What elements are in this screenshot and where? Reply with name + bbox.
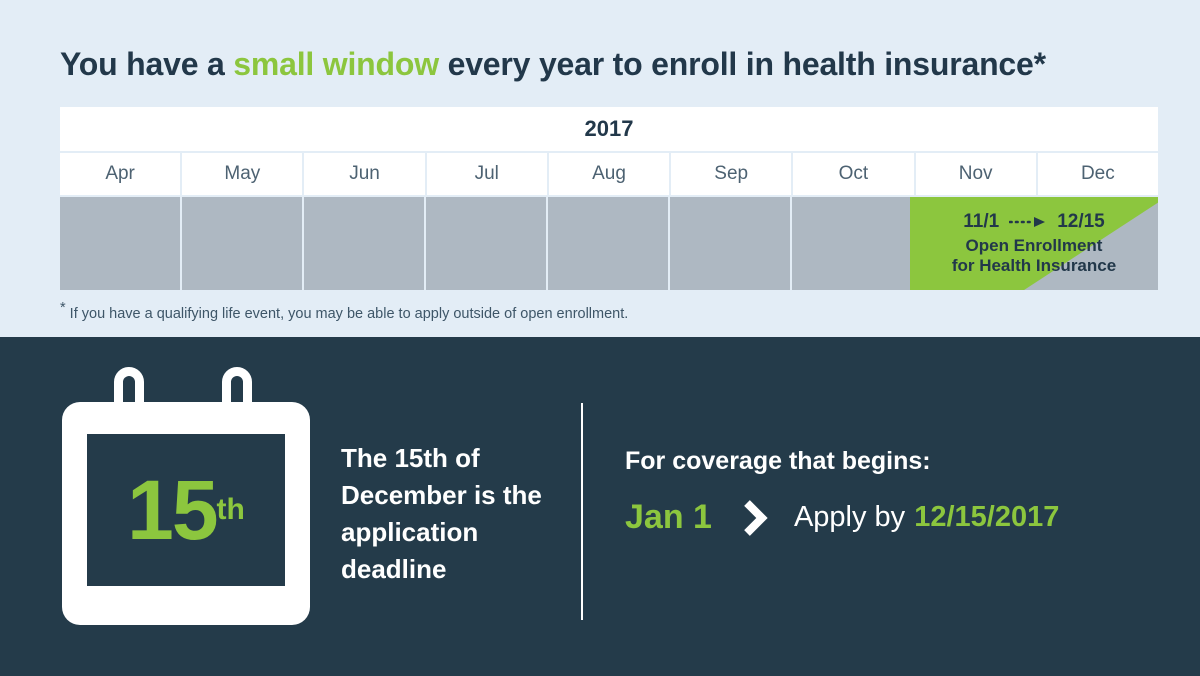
month-bar-sep bbox=[670, 197, 790, 290]
month-bar-oct bbox=[792, 197, 912, 290]
month-header-nov: Nov bbox=[915, 153, 1036, 195]
open-enrollment-content: 11/1 12/15 Open Enrollment for Health In… bbox=[910, 197, 1158, 290]
coverage-start-date: Jan 1 bbox=[625, 498, 712, 536]
enrollment-end-date: 12/15 bbox=[1057, 211, 1105, 232]
month-bar-jun bbox=[304, 197, 424, 290]
calendar-icon-day-number: 15 bbox=[127, 463, 218, 557]
open-enrollment-date-range: 11/1 12/15 bbox=[963, 211, 1104, 233]
calendar-bar-row: 11/1 12/15 Open Enrollment for Health In… bbox=[60, 197, 1158, 290]
deadline-statement: The 15th of December is the application … bbox=[341, 443, 542, 584]
calendar-icon: 15th bbox=[62, 367, 310, 625]
headline-accent: small window bbox=[233, 46, 439, 82]
month-header-jul: Jul bbox=[426, 153, 547, 195]
footnote-text: If you have a qualifying life event, you… bbox=[65, 306, 629, 322]
month-bar-jul bbox=[426, 197, 546, 290]
month-header-dec: Dec bbox=[1037, 153, 1158, 195]
open-enrollment-highlight: 11/1 12/15 Open Enrollment for Health In… bbox=[910, 197, 1158, 290]
top-section: You have a small window every year to en… bbox=[0, 0, 1200, 337]
headline-part-after: every year to enroll in health insurance… bbox=[438, 46, 1046, 82]
coverage-apply-deadline: 12/15/2017 bbox=[914, 501, 1060, 533]
coverage-title: For coverage that begins: bbox=[625, 447, 931, 475]
calendar-icon-day-suffix: th bbox=[216, 493, 245, 526]
month-header-oct: Oct bbox=[793, 153, 914, 195]
calendar-month-header-row: Apr May Jun Jul Aug Sep Oct Nov Dec bbox=[60, 153, 1158, 195]
month-header-may: May bbox=[182, 153, 303, 195]
coverage-apply-label: Apply by bbox=[793, 501, 906, 533]
month-bar-may bbox=[182, 197, 302, 290]
page-title: You have a small window every year to en… bbox=[60, 46, 1160, 83]
enrollment-label-line2: for Health Insurance bbox=[951, 256, 1117, 275]
month-header-apr: Apr bbox=[60, 153, 181, 195]
calendar-icon-screen: 15th bbox=[87, 434, 285, 586]
dotted-arrow-icon bbox=[1009, 216, 1047, 228]
month-header-jun: Jun bbox=[304, 153, 425, 195]
headline-part-before: You have a bbox=[60, 46, 234, 82]
footnote: * If you have a qualifying life event, y… bbox=[60, 301, 629, 322]
calendar-year-label: 2017 bbox=[584, 116, 634, 141]
month-header-aug: Aug bbox=[548, 153, 670, 195]
calendar-year-header: 2017 bbox=[60, 107, 1158, 151]
month-bar-apr bbox=[60, 197, 180, 290]
bottom-panel: 15th The 15th of December is the applica… bbox=[0, 337, 1200, 676]
calendar-timeline-table: 2017 Apr May Jun Jul Aug Sep Oct Nov Dec bbox=[60, 107, 1158, 290]
enrollment-label-line1: Open Enrollment bbox=[965, 236, 1103, 255]
section-divider bbox=[581, 403, 583, 620]
coverage-block: For coverage that begins: Jan 1 Apply by… bbox=[625, 447, 1059, 537]
calendar-ring-right-icon bbox=[222, 367, 252, 421]
month-header-sep: Sep bbox=[671, 153, 792, 195]
calendar-ring-left-icon bbox=[114, 367, 144, 421]
coverage-row: Jan 1 Apply by 12/15/2017 bbox=[625, 498, 1059, 537]
month-bar-aug bbox=[548, 197, 668, 290]
enrollment-start-date: 11/1 bbox=[963, 211, 1000, 232]
chevron-right-icon bbox=[742, 499, 768, 537]
